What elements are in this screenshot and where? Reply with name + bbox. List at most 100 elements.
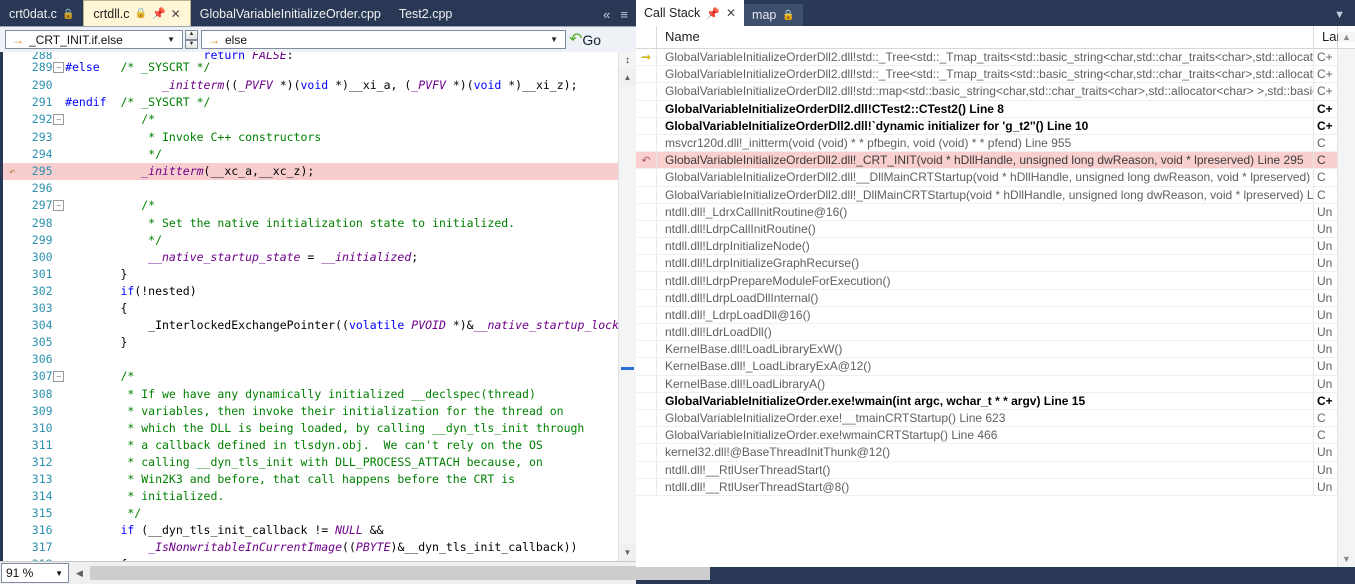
breakpoint-gutter[interactable] (3, 488, 22, 505)
breakpoint-gutter[interactable] (3, 232, 22, 249)
breakpoint-gutter[interactable] (3, 454, 22, 471)
tab-call-stack[interactable]: Call Stack 📌 ✕ (636, 0, 745, 26)
code-line[interactable]: 316 if (__dyn_tls_init_callback != NULL … (3, 522, 619, 539)
pin-icon[interactable]: 📌 (152, 7, 166, 20)
fold-toggle-icon[interactable] (53, 266, 66, 283)
call-stack-row[interactable]: kernel32.dll!@BaseThreadInitThunk@12() Un (636, 444, 1337, 462)
scroll-up-button[interactable]: ▲ (619, 69, 636, 86)
code-line[interactable]: 290 _initterm((_PVFV *)(void *)__xi_a, (… (3, 77, 619, 94)
tab-list-icon[interactable]: ≡ (620, 7, 628, 22)
code-line[interactable]: 291 #endif /* _SYSCRT */ (3, 94, 619, 111)
spinner-down-icon[interactable]: ▼ (185, 39, 198, 49)
call-stack-row[interactable]: ntdll.dll!LdrpPrepareModuleForExecution(… (636, 272, 1337, 290)
code-line[interactable]: 297− /* (3, 197, 619, 215)
current-statement-arrow-icon[interactable]: ↶ (3, 163, 22, 180)
call-stack-row[interactable]: GlobalVariableInitializeOrderDll2.dll!CT… (636, 100, 1337, 118)
fold-toggle-icon[interactable] (53, 454, 66, 471)
code-line[interactable]: 315 */ (3, 505, 619, 522)
fold-toggle-icon[interactable] (53, 351, 66, 368)
code-line[interactable]: 300 __native_startup_state = __initializ… (3, 249, 619, 266)
call-stack-row[interactable]: GlobalVariableInitializeOrderDll2.dll!_D… (636, 186, 1337, 204)
fold-toggle-icon[interactable] (53, 522, 66, 539)
fold-toggle-icon[interactable] (53, 471, 66, 488)
code-line[interactable]: 305 } (3, 334, 619, 351)
call-stack-row[interactable]: GlobalVariableInitializeOrder.exe!wmain(… (636, 392, 1337, 410)
breakpoint-gutter[interactable] (3, 437, 22, 454)
breakpoint-gutter[interactable] (3, 129, 22, 146)
breakpoint-gutter[interactable] (3, 368, 22, 386)
fold-toggle-icon[interactable] (53, 283, 66, 300)
fold-toggle-icon[interactable] (53, 215, 66, 232)
call-stack-row[interactable]: ntdll.dll!__RtlUserThreadStart@8() Un (636, 478, 1337, 496)
split-view-icon[interactable]: ↕ (619, 52, 636, 69)
code-line[interactable]: 313 * Win2K3 and before, that call happe… (3, 471, 619, 488)
chevron-down-icon[interactable]: ▼ (1334, 9, 1345, 21)
chevron-left-double-icon[interactable]: « (603, 7, 610, 22)
call-stack-row[interactable]: GlobalVariableInitializeOrderDll2.dll!__… (636, 169, 1337, 187)
fold-toggle-icon[interactable] (53, 146, 66, 163)
call-stack-vertical-scrollbar[interactable]: ▼ (1337, 49, 1355, 567)
scope-dropdown[interactable]: → _CRT_INIT.if.else ▼ (5, 30, 183, 49)
fold-toggle-icon[interactable] (53, 94, 66, 111)
call-stack-rows[interactable]: ➞ GlobalVariableInitializeOrderDll2.dll!s… (636, 49, 1337, 567)
fold-toggle-icon[interactable] (53, 129, 66, 146)
breakpoint-gutter[interactable] (3, 386, 22, 403)
code-line[interactable]: 306 (3, 351, 619, 368)
call-stack-scroll-up-button[interactable]: ▲ (1338, 32, 1355, 42)
fold-toggle-icon[interactable] (53, 556, 66, 561)
fold-toggle-icon[interactable] (53, 232, 66, 249)
fold-toggle-icon[interactable] (53, 403, 66, 420)
call-stack-row[interactable]: ntdll.dll!_LdrxCallInitRoutine@16() Un (636, 203, 1337, 221)
breakpoint-gutter[interactable] (3, 351, 22, 368)
call-stack-row[interactable]: GlobalVariableInitializeOrderDll2.dll!st… (636, 66, 1337, 84)
code-line[interactable]: 288 return FALSE; (3, 52, 619, 59)
fold-toggle-icon[interactable] (53, 300, 66, 317)
code-line[interactable]: 309 * variables, then invoke their initi… (3, 403, 619, 420)
close-icon[interactable]: ✕ (171, 7, 181, 21)
breakpoint-gutter[interactable] (3, 266, 22, 283)
call-stack-row[interactable]: GlobalVariableInitializeOrderDll2.dll!st… (636, 83, 1337, 101)
breakpoint-gutter[interactable] (3, 300, 22, 317)
breakpoint-gutter[interactable] (3, 522, 22, 539)
editor-horizontal-scrollbar[interactable]: ◀ ▶ (71, 563, 710, 583)
breakpoint-gutter[interactable] (3, 111, 22, 129)
call-stack-row[interactable]: ntdll.dll!LdrLoadDll() Un (636, 324, 1337, 342)
scroll-down-button[interactable]: ▼ (619, 544, 636, 561)
call-stack-row[interactable]: ntdll.dll!_LdrpLoadDll@16() Un (636, 306, 1337, 324)
fold-toggle-icon[interactable] (53, 420, 66, 437)
breakpoint-gutter[interactable] (3, 249, 22, 266)
code-line[interactable]: 298 * Set the native initialization stat… (3, 215, 619, 232)
call-stack-row[interactable]: ntdll.dll!LdrpInitializeNode() Un (636, 238, 1337, 256)
fold-toggle-icon[interactable] (53, 77, 66, 94)
hscroll-track[interactable] (88, 566, 710, 580)
close-icon[interactable]: ✕ (726, 6, 736, 20)
fold-toggle-icon[interactable] (53, 249, 66, 266)
breakpoint-gutter[interactable] (3, 59, 22, 77)
call-stack-row[interactable]: ntdll.dll!LdrpCallInitRoutine() Un (636, 220, 1337, 239)
code-line[interactable]: 311 * a callback defined in tlsdyn.obj. … (3, 437, 619, 454)
call-stack-scroll-down-button[interactable]: ▼ (1342, 551, 1351, 567)
call-stack-row[interactable]: KernelBase.dll!LoadLibraryExW() Un (636, 341, 1337, 359)
fold-toggle-icon[interactable] (53, 488, 66, 505)
code-line[interactable]: 312 * calling __dyn_tls_init with DLL_PR… (3, 454, 619, 471)
breakpoint-gutter[interactable] (3, 180, 22, 197)
go-button[interactable]: ↶ Go (569, 31, 601, 48)
fold-toggle-icon[interactable]: − (53, 368, 66, 386)
code-line[interactable]: 293 * Invoke C++ constructors (3, 129, 619, 146)
breakpoint-gutter[interactable] (3, 146, 22, 163)
fold-toggle-icon[interactable] (52, 163, 66, 180)
chevron-down-icon[interactable]: ▼ (50, 569, 68, 578)
call-stack-row[interactable]: ↶ GlobalVariableInitializeOrderDll2.dll!_… (636, 152, 1337, 170)
pin-icon[interactable]: 📌 (706, 7, 720, 20)
code-line[interactable]: 307− /* (3, 368, 619, 386)
fold-toggle-icon[interactable] (53, 539, 66, 556)
call-stack-row[interactable]: KernelBase.dll!_LoadLibraryExA@12() Un (636, 358, 1337, 376)
fold-toggle-icon[interactable] (53, 334, 66, 351)
breakpoint-gutter[interactable] (3, 471, 22, 488)
call-stack-row[interactable]: ntdll.dll!LdrpInitializeGraphRecurse() Un (636, 255, 1337, 273)
hscroll-thumb[interactable] (90, 566, 710, 580)
code-line[interactable]: 299 */ (3, 232, 619, 249)
spinner-up-icon[interactable]: ▲ (185, 30, 198, 40)
chevron-down-icon[interactable]: ▼ (545, 35, 563, 44)
call-stack-tab-menu[interactable]: ▼ (1334, 9, 1355, 26)
